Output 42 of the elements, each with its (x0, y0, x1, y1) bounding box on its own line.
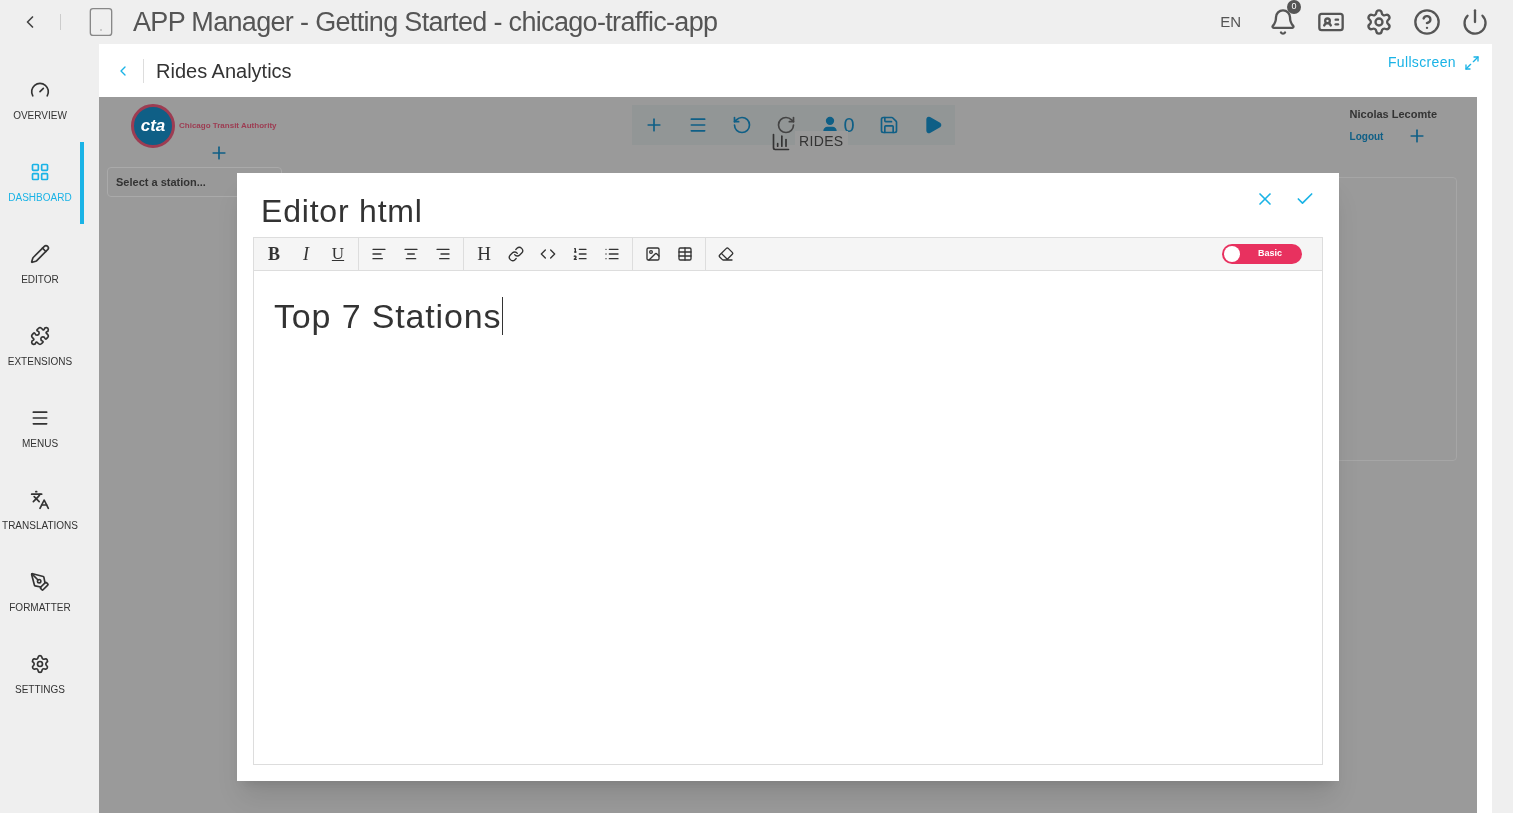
align-left-icon (371, 246, 387, 262)
translate-icon (30, 489, 50, 510)
sidebar-item[interactable]: EXTENSIONS (0, 306, 84, 388)
grid-icon (30, 161, 50, 182)
logo-caption: Chicago Transit Authority (179, 120, 277, 132)
language-button[interactable]: EN (1220, 10, 1241, 34)
redo-icon[interactable] (775, 115, 796, 135)
editor-content-field[interactable]: Top 7 Stations (254, 271, 1322, 764)
align-right-icon (435, 246, 451, 262)
user-name: Nicolas Lecomte (1349, 106, 1437, 122)
app-title: APP Manager - Getting Started - chicago-traffic-app (133, 5, 718, 39)
bold-button[interactable]: B (258, 240, 290, 268)
sidebar-item[interactable]: MENUS (0, 388, 84, 470)
settings-icon (30, 653, 50, 674)
sidebar-item[interactable]: FORMATTER (0, 552, 84, 634)
chart-icon (771, 131, 791, 152)
expand-icon (1464, 54, 1480, 71)
puzzle-icon (30, 325, 50, 346)
notification-badge: 0 (1287, 0, 1301, 14)
italic-button[interactable]: I (290, 240, 322, 268)
image-icon (645, 246, 661, 262)
power-icon[interactable] (1461, 8, 1489, 36)
settings-icon[interactable] (1365, 8, 1393, 36)
bullet-list-icon (604, 246, 620, 262)
code-icon (540, 246, 556, 262)
notifications-icon[interactable] (1269, 8, 1297, 36)
eraser-icon (718, 246, 734, 262)
ordered-list-icon (572, 246, 588, 262)
pencil-icon (30, 243, 50, 264)
underline-button[interactable]: U (322, 240, 354, 268)
sidebar-item[interactable]: TRANSLATIONS (0, 470, 84, 552)
sidebar-item[interactable]: EDITOR (0, 224, 84, 306)
mode-toggle[interactable]: Basic (1222, 244, 1302, 264)
sidebar-item[interactable]: OVERVIEW (0, 60, 84, 142)
table-icon (677, 246, 693, 262)
align-center-icon (403, 246, 419, 262)
heading-button[interactable]: H (468, 240, 500, 268)
cta-logo: cta (131, 104, 175, 148)
help-icon[interactable] (1413, 8, 1441, 36)
link-icon (508, 246, 524, 262)
page-title: Rides Analytics (156, 58, 292, 84)
sidebar-item[interactable]: SETTINGS (0, 634, 84, 716)
